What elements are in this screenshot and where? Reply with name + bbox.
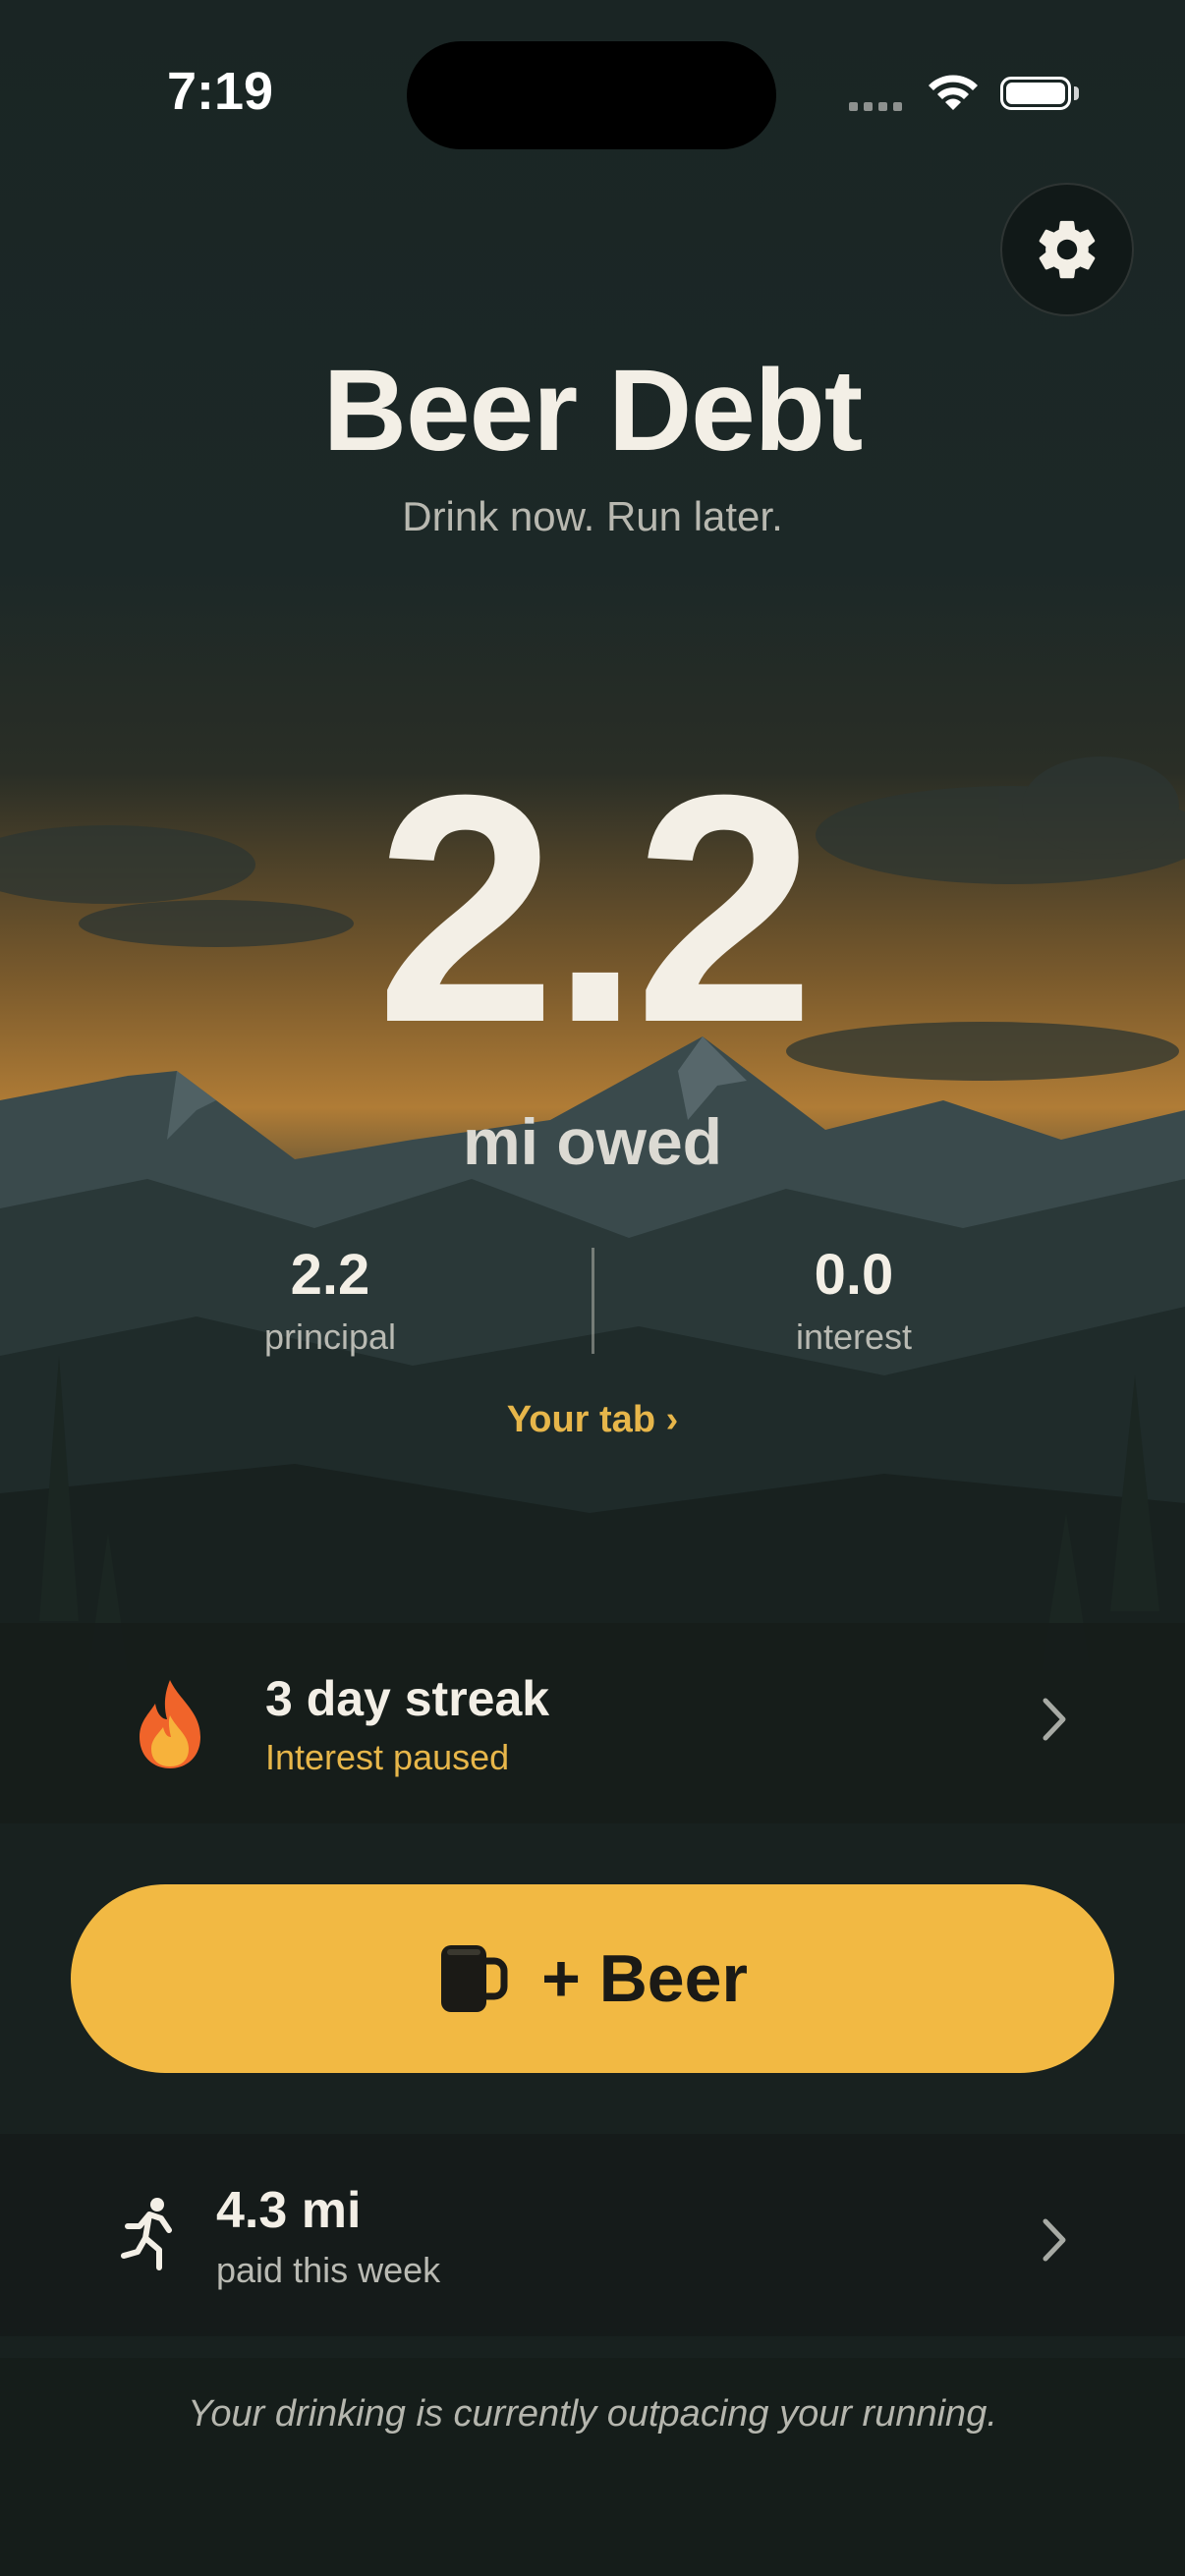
chevron-right-icon (1040, 2211, 1069, 2276)
app-tagline: Drink now. Run later. (402, 493, 783, 539)
cellular-signal-icon (849, 98, 908, 116)
add-beer-label: + Beer (541, 1941, 748, 2016)
principal-label: principal (263, 1316, 397, 1357)
debt-unit-label: mi owed (462, 1105, 723, 1178)
interest-value: 0.0 (814, 1243, 894, 1307)
battery-nub (1074, 86, 1079, 100)
gear-icon (1039, 220, 1096, 279)
fire-icon (132, 1676, 208, 1775)
streak-title: 3 day streak (265, 1671, 550, 1726)
app-title: Beer Debt (322, 346, 863, 476)
settings-button[interactable] (1000, 183, 1134, 316)
wifi-icon (926, 71, 981, 119)
interest-label: interest (795, 1316, 913, 1357)
battery-icon (1000, 77, 1071, 110)
beer-mug-icon (441, 1945, 508, 2012)
distance-paid-label: paid this week (216, 2250, 441, 2290)
dynamic-island (407, 41, 776, 149)
distance-paid-value: 4.3 mi (216, 2182, 362, 2239)
your-tab-link[interactable]: Your tab › (0, 1399, 1185, 1441)
add-beer-button[interactable]: + Beer (71, 1884, 1114, 2073)
stats-divider (592, 1248, 594, 1354)
chevron-right-icon (1040, 1690, 1069, 1756)
principal-value: 2.2 (290, 1243, 370, 1307)
total-debt-value: 2.2 (375, 727, 816, 1090)
status-time: 7:19 (167, 62, 274, 121)
streak-status: Interest paused (265, 1737, 510, 1777)
status-message: Your drinking is currently outpacing you… (188, 2393, 997, 2435)
runner-icon (120, 2197, 179, 2276)
